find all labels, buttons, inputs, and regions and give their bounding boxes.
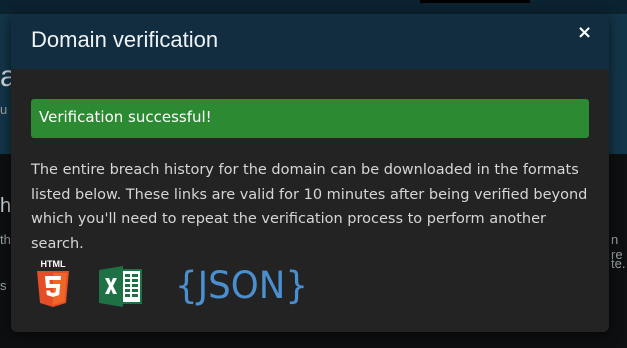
page-nav-tab (420, 0, 530, 3)
download-json-button[interactable]: {JSON} (175, 260, 310, 308)
excel-icon (99, 266, 142, 307)
section-title-fragment: h (0, 195, 12, 217)
json-label: {JSON} (175, 264, 308, 307)
download-excel-button[interactable] (99, 265, 142, 308)
hero-subtitle-fragment: u (0, 102, 8, 117)
html5-icon: HTML (37, 259, 69, 307)
html5-label: HTML (41, 259, 66, 269)
download-html-button[interactable]: HTML (35, 258, 71, 308)
close-button[interactable]: × (577, 24, 592, 42)
page-top-band (0, 0, 627, 14)
body-text-fragment: te. (611, 256, 626, 271)
modal-title: Domain verification (31, 27, 219, 52)
download-description: The entire breach history for the domain… (31, 162, 588, 252)
domain-verification-modal: Domain verification × Verification succe… (11, 14, 609, 332)
modal-header: Domain verification × (11, 14, 609, 69)
success-alert: Verification successful! (31, 99, 589, 138)
body-text-fragment: th (0, 232, 11, 247)
json-icon: {JSON} (175, 264, 308, 307)
